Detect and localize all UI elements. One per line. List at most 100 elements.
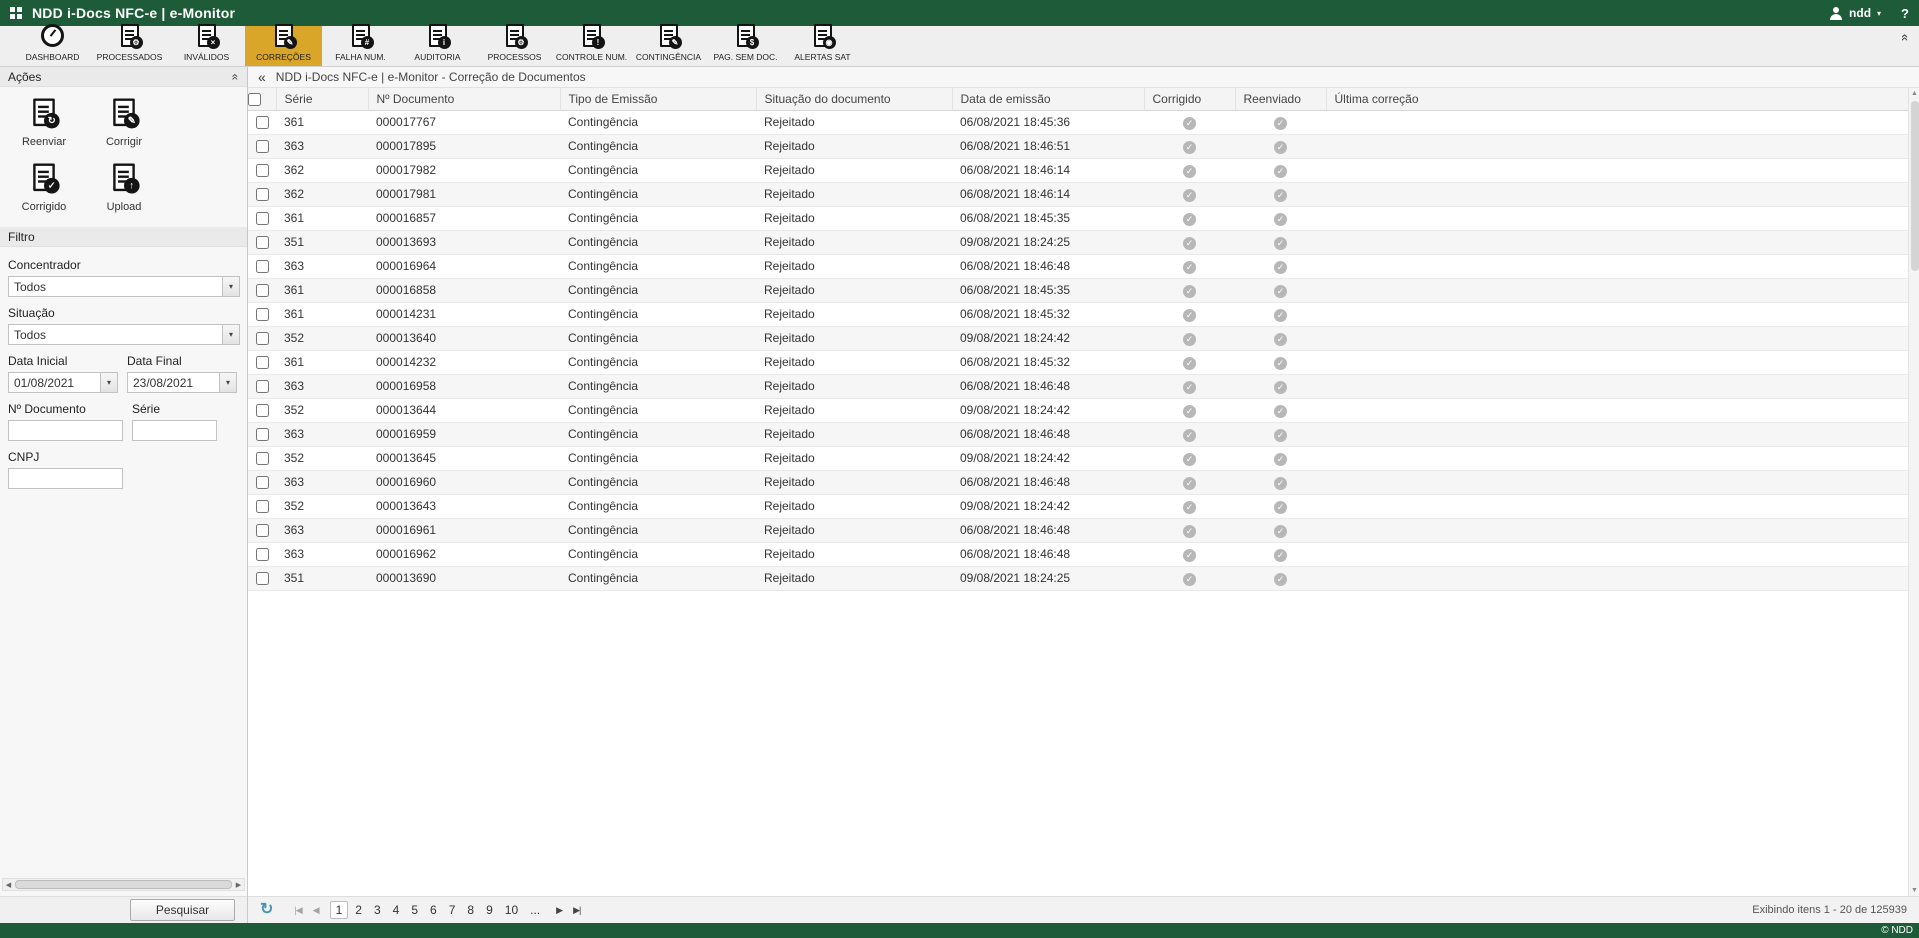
table-row[interactable]: 361000016858ContingênciaRejeitado06/08/2…	[248, 278, 1908, 302]
table-row[interactable]: 361000014232ContingênciaRejeitado06/08/2…	[248, 350, 1908, 374]
table-row[interactable]: 363000016962ContingênciaRejeitado06/08/2…	[248, 542, 1908, 566]
table-row[interactable]: 352000013640ContingênciaRejeitado09/08/2…	[248, 326, 1908, 350]
page-7[interactable]: 7	[444, 902, 461, 918]
concentrador-dropdown[interactable]: Todos ▾	[8, 276, 240, 297]
action-corrigir[interactable]: ✎Corrigir	[84, 97, 164, 148]
data-final-input[interactable]	[128, 373, 219, 392]
table-row[interactable]: 363000016960ContingênciaRejeitado06/08/2…	[248, 470, 1908, 494]
row-checkbox[interactable]	[256, 260, 269, 273]
row-checkbox[interactable]	[256, 572, 269, 585]
toolbar-item-correcoes[interactable]: ✎CORREÇÕES	[245, 26, 322, 66]
refresh-icon[interactable]: ↻	[260, 902, 273, 918]
column-header-ultima-correcao[interactable]: Última correção	[1326, 88, 1908, 110]
situacao-dropdown[interactable]: Todos ▾	[8, 324, 240, 345]
scroll-right-icon[interactable]: ▶	[233, 881, 244, 889]
column-header-corrigido[interactable]: Corrigido	[1144, 88, 1235, 110]
row-checkbox[interactable]	[256, 380, 269, 393]
row-checkbox[interactable]	[256, 212, 269, 225]
toolbar-item-processos[interactable]: ⚙PROCESSOS	[476, 26, 553, 66]
column-header-situacao-do-documento[interactable]: Situação do documento	[756, 88, 952, 110]
toolbar-item-alertas-sat[interactable]: ◉ALERTAS SAT	[784, 26, 861, 66]
prev-page-icon[interactable]: ◀	[309, 905, 323, 916]
cnpj-input[interactable]	[8, 468, 123, 489]
action-reenviar[interactable]: ↻Reenviar	[4, 97, 84, 148]
page-6[interactable]: 6	[425, 902, 442, 918]
toolbar-item-falha-num[interactable]: #FALHA NUM.	[322, 26, 399, 66]
select-all-checkbox[interactable]	[248, 93, 261, 106]
toolbar-item-processados[interactable]: ⚙PROCESSADOS	[91, 26, 168, 66]
table-row[interactable]: 361000017767ContingênciaRejeitado06/08/2…	[248, 110, 1908, 134]
page-8[interactable]: 8	[462, 902, 479, 918]
table-row[interactable]: 361000014231ContingênciaRejeitado06/08/2…	[248, 302, 1908, 326]
toolbar-item-pag-sem-doc[interactable]: $PAG. SEM DOC.	[707, 26, 784, 66]
row-checkbox[interactable]	[256, 116, 269, 129]
situacao-caret-icon[interactable]: ▾	[222, 325, 239, 344]
table-row[interactable]: 352000013644ContingênciaRejeitado09/08/2…	[248, 398, 1908, 422]
column-header-tipo-de-emissao[interactable]: Tipo de Emissão	[560, 88, 756, 110]
table-row[interactable]: 362000017982ContingênciaRejeitado06/08/2…	[248, 158, 1908, 182]
table-row[interactable]: 352000013645ContingênciaRejeitado09/08/2…	[248, 446, 1908, 470]
sidebar-collapse-icon[interactable]: «	[258, 70, 266, 84]
action-upload[interactable]: ↑Upload	[84, 162, 164, 213]
row-checkbox[interactable]	[256, 452, 269, 465]
column-header-data-de-emissao[interactable]: Data de emissão	[952, 88, 1144, 110]
table-row[interactable]: 351000013690ContingênciaRejeitado09/08/2…	[248, 566, 1908, 590]
row-checkbox[interactable]	[256, 500, 269, 513]
column-header-serie[interactable]: Série	[276, 88, 368, 110]
scrollbar-thumb[interactable]	[1911, 101, 1919, 271]
app-grid-icon[interactable]	[10, 7, 22, 19]
page-9[interactable]: 9	[481, 902, 498, 918]
serie-input[interactable]	[132, 420, 217, 441]
table-row[interactable]: 362000017981ContingênciaRejeitado06/08/2…	[248, 182, 1908, 206]
search-button[interactable]: Pesquisar	[130, 899, 235, 921]
page-5[interactable]: 5	[406, 902, 423, 918]
row-checkbox[interactable]	[256, 356, 269, 369]
row-checkbox[interactable]	[256, 404, 269, 417]
table-row[interactable]: 363000016964ContingênciaRejeitado06/08/2…	[248, 254, 1908, 278]
table-row[interactable]: 352000013643ContingênciaRejeitado09/08/2…	[248, 494, 1908, 518]
toolbar-item-auditoria[interactable]: iAUDITORIA	[399, 26, 476, 66]
toolbar-item-dashboard[interactable]: DASHBOARD	[14, 26, 91, 66]
toolbar-item-controle-num[interactable]: !CONTROLE NUM.	[553, 26, 630, 66]
help-icon[interactable]: ?	[1901, 6, 1909, 21]
row-checkbox[interactable]	[256, 548, 269, 561]
table-row[interactable]: 363000016961ContingênciaRejeitado06/08/2…	[248, 518, 1908, 542]
column-header-reenviado[interactable]: Reenviado	[1235, 88, 1326, 110]
user-menu-caret-icon[interactable]: ▾	[1877, 8, 1881, 18]
scroll-left-icon[interactable]: ◀	[3, 881, 14, 889]
scrollbar-thumb[interactable]	[15, 880, 232, 889]
row-checkbox[interactable]	[256, 332, 269, 345]
user-name[interactable]: ndd	[1849, 6, 1871, 20]
toolbar-item-contingencia[interactable]: ✎CONTINGÊNCIA	[630, 26, 707, 66]
table-row[interactable]: 361000016857ContingênciaRejeitado06/08/2…	[248, 206, 1908, 230]
table-row[interactable]: 363000016959ContingênciaRejeitado06/08/2…	[248, 422, 1908, 446]
num-documento-input[interactable]	[8, 420, 123, 441]
concentrador-caret-icon[interactable]: ▾	[222, 277, 239, 296]
sidebar-horizontal-scrollbar[interactable]: ◀ ▶	[2, 878, 245, 891]
row-checkbox[interactable]	[256, 308, 269, 321]
page-4[interactable]: 4	[388, 902, 405, 918]
last-page-icon[interactable]: ▶|	[569, 905, 584, 916]
scroll-up-icon[interactable]: ▲	[1909, 90, 1919, 97]
actions-collapse-icon[interactable]: «	[230, 73, 242, 80]
row-checkbox[interactable]	[256, 524, 269, 537]
first-page-icon[interactable]: |◀	[290, 905, 305, 916]
row-checkbox[interactable]	[256, 284, 269, 297]
data-inicial-caret-icon[interactable]: ▾	[100, 373, 117, 392]
row-checkbox[interactable]	[256, 188, 269, 201]
page-1[interactable]: 1	[330, 901, 349, 919]
scroll-down-icon[interactable]: ▼	[1909, 887, 1919, 894]
page-3[interactable]: 3	[369, 902, 386, 918]
row-checkbox[interactable]	[256, 164, 269, 177]
column-header-n-documento[interactable]: Nº Documento	[368, 88, 560, 110]
toolbar-collapse-icon[interactable]: «	[1899, 34, 1912, 41]
table-vertical-scrollbar[interactable]: ▲ ▼	[1908, 88, 1919, 896]
table-row[interactable]: 363000017895ContingênciaRejeitado06/08/2…	[248, 134, 1908, 158]
page-2[interactable]: 2	[350, 902, 367, 918]
data-inicial-input[interactable]	[9, 373, 100, 392]
page-10[interactable]: 10	[500, 902, 523, 918]
data-final-picker[interactable]: ▾	[127, 372, 237, 393]
row-checkbox[interactable]	[256, 428, 269, 441]
row-checkbox[interactable]	[256, 140, 269, 153]
data-final-caret-icon[interactable]: ▾	[219, 373, 236, 392]
